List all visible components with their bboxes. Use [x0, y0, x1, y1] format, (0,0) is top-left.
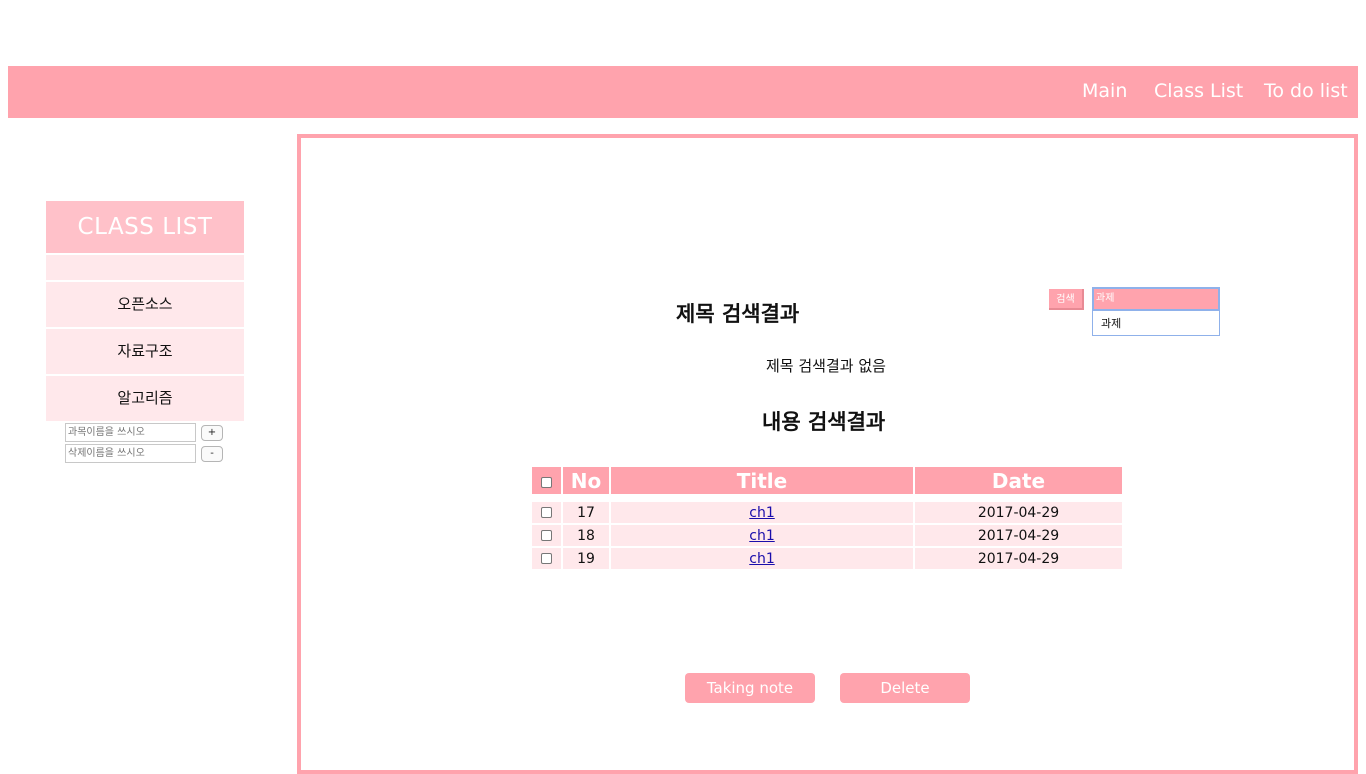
- add-class-button[interactable]: +: [201, 425, 223, 441]
- row-date: 2017-04-29: [915, 525, 1122, 546]
- row-no: 18: [563, 525, 609, 546]
- search-autocomplete-option[interactable]: 과제: [1092, 311, 1220, 336]
- table-spacer: [532, 496, 1122, 500]
- row-date: 2017-04-29: [915, 548, 1122, 569]
- table-row: 17 ch1 2017-04-29: [532, 502, 1122, 523]
- search-input[interactable]: 과제: [1092, 287, 1220, 311]
- row-no: 19: [563, 548, 609, 569]
- sidebar-item-data-structures[interactable]: 자료구조: [46, 329, 244, 374]
- nav-link-main[interactable]: Main: [1082, 66, 1127, 118]
- row-title-link[interactable]: ch1: [749, 551, 774, 567]
- table-row: 18 ch1 2017-04-29: [532, 525, 1122, 546]
- table-row: 19 ch1 2017-04-29: [532, 548, 1122, 569]
- taking-note-button[interactable]: Taking note: [685, 673, 815, 703]
- select-all-header: [532, 467, 561, 494]
- row-checkbox-cell: [532, 548, 561, 569]
- row-date: 2017-04-29: [915, 502, 1122, 523]
- main-content-panel: [297, 134, 1358, 774]
- delete-class-form: -: [65, 444, 235, 464]
- delete-button[interactable]: Delete: [840, 673, 970, 703]
- row-checkbox[interactable]: [541, 553, 552, 564]
- nav-link-class-list[interactable]: Class List: [1154, 66, 1243, 118]
- sidebar-item-algorithms[interactable]: 알고리즘: [46, 376, 244, 421]
- class-list-sidebar: CLASS LIST 오픈소스 자료구조 알고리즘: [46, 201, 244, 421]
- row-title-link[interactable]: ch1: [749, 505, 774, 521]
- title-results-heading: 제목 검색결과: [676, 302, 800, 326]
- row-title-cell: ch1: [611, 548, 913, 569]
- column-header-date: Date: [915, 467, 1122, 494]
- sidebar-title: CLASS LIST: [46, 201, 244, 253]
- content-results-table: No Title Date 17 ch1 2017-04-29 18 ch1 2…: [530, 465, 1124, 571]
- row-checkbox[interactable]: [541, 530, 552, 541]
- delete-class-input[interactable]: [65, 444, 196, 463]
- row-title-cell: ch1: [611, 525, 913, 546]
- table-header-row: No Title Date: [532, 467, 1122, 494]
- search-button[interactable]: 검색: [1049, 289, 1084, 310]
- title-results-empty-message: 제목 검색결과 없음: [766, 357, 886, 375]
- row-checkbox[interactable]: [541, 507, 552, 518]
- row-title-link[interactable]: ch1: [749, 528, 774, 544]
- column-header-title: Title: [611, 467, 913, 494]
- add-class-form: +: [65, 423, 235, 443]
- row-checkbox-cell: [532, 502, 561, 523]
- delete-class-button[interactable]: -: [201, 446, 223, 462]
- row-title-cell: ch1: [611, 502, 913, 523]
- top-navigation-bar: Main Class List To do list: [8, 66, 1358, 118]
- column-header-no: No: [563, 467, 609, 494]
- sidebar-item-opensource[interactable]: 오픈소스: [46, 282, 244, 327]
- add-class-input[interactable]: [65, 423, 196, 442]
- content-results-heading: 내용 검색결과: [762, 410, 886, 434]
- row-checkbox-cell: [532, 525, 561, 546]
- row-no: 17: [563, 502, 609, 523]
- select-all-checkbox[interactable]: [541, 476, 552, 488]
- sidebar-item-empty[interactable]: [46, 255, 244, 280]
- nav-link-todo-list[interactable]: To do list: [1264, 66, 1348, 118]
